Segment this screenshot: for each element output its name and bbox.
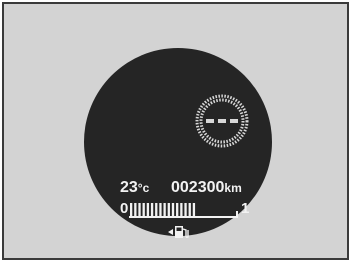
- fuel-segment: [176, 203, 179, 216]
- fuel-segment: [155, 203, 158, 216]
- fuel-segment: [159, 203, 162, 216]
- fuel-segment: [150, 203, 154, 216]
- fuel-segment: [146, 203, 150, 216]
- fuel-level-bar: [129, 203, 238, 218]
- arrow-left-icon: [168, 229, 173, 235]
- fuel-segment: [167, 203, 170, 216]
- fuel-segment: [171, 203, 175, 216]
- fuel-pump-icon: [168, 226, 189, 239]
- fuel-gauge: 0 1: [120, 200, 249, 226]
- fuel-segment: [142, 203, 145, 216]
- fuel-segment: [184, 203, 187, 216]
- fuel-segment: [180, 203, 183, 216]
- temperature-unit: °c: [137, 181, 150, 195]
- fuel-empty-label: 0: [120, 200, 129, 217]
- fuel-full-label: 1: [241, 200, 250, 217]
- multi-info-display: 23°c 002300km 0 1: [84, 48, 272, 239]
- temperature-value: 23: [120, 179, 138, 196]
- instrument-panel-frame: 23°c 002300km 0 1: [2, 2, 349, 260]
- fuel-segment: [188, 203, 191, 216]
- outside-temperature: 23°c: [120, 179, 149, 197]
- fuel-segment: [138, 203, 141, 216]
- odometer-value: 002300: [171, 179, 225, 196]
- fuel-segment: [130, 203, 133, 216]
- odometer-unit: km: [224, 181, 242, 195]
- fuel-segment: [163, 203, 166, 216]
- odometer: 002300km: [171, 179, 242, 197]
- speed-ring-icon: [195, 94, 249, 148]
- fuel-segment: [192, 203, 196, 216]
- fuel-segment: [134, 203, 137, 216]
